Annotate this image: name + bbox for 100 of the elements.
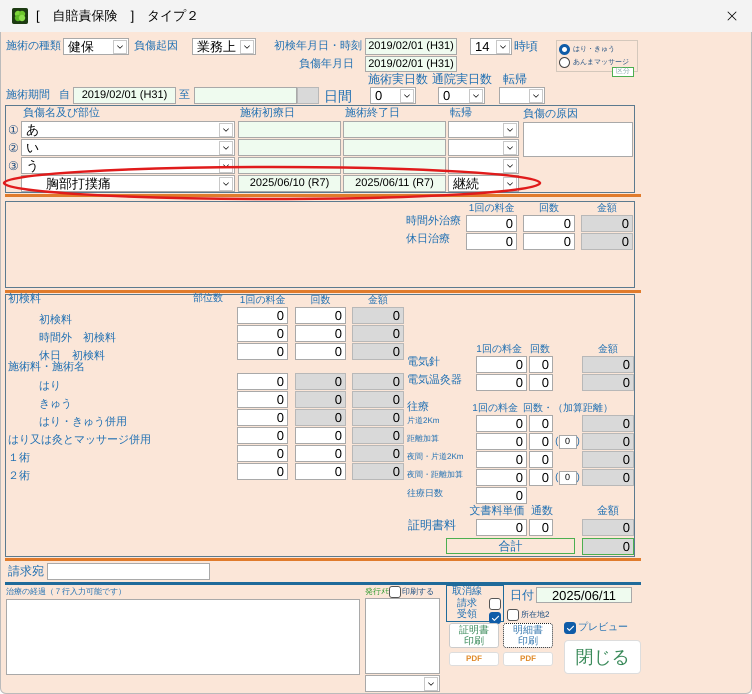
date-field[interactable]: 2025/06/11 (R7) bbox=[343, 175, 446, 192]
chevron-down-icon bbox=[469, 88, 483, 102]
number-field[interactable]: 0 bbox=[237, 391, 288, 408]
checkbox[interactable] bbox=[389, 586, 401, 598]
date-field[interactable] bbox=[194, 87, 297, 104]
chevron-down-icon bbox=[503, 176, 517, 190]
number-field[interactable]: 0 bbox=[466, 233, 517, 250]
number-field[interactable]: 0 bbox=[237, 343, 288, 360]
field-label: 夜間・距離加算 bbox=[407, 469, 463, 480]
number-field[interactable]: 0 bbox=[476, 487, 527, 504]
date-field[interactable] bbox=[343, 121, 446, 138]
date-field[interactable]: 2019/02/01 (H31) bbox=[73, 87, 176, 104]
date-field[interactable]: 2019/02/01 (H31) bbox=[365, 38, 457, 55]
date-field[interactable] bbox=[238, 139, 341, 156]
number-field[interactable]: 0 bbox=[523, 233, 575, 250]
dropdown[interactable]: 業務上 bbox=[192, 38, 256, 55]
number-field[interactable]: 0 bbox=[558, 434, 576, 448]
group-label: 取消線 bbox=[452, 586, 482, 598]
column-header: 回数 bbox=[529, 344, 551, 355]
checkbox[interactable] bbox=[489, 598, 501, 610]
date-field[interactable]: 2025/06/10 (R7) bbox=[238, 175, 341, 192]
number-field[interactable]: 0 bbox=[295, 307, 346, 324]
dropdown[interactable]: あ bbox=[21, 121, 235, 138]
number-field[interactable]: 0 bbox=[476, 469, 527, 486]
number-field[interactable]: 0 bbox=[237, 445, 288, 462]
dropdown[interactable] bbox=[365, 675, 440, 692]
number-field[interactable]: 0 bbox=[237, 325, 288, 342]
number-field[interactable]: 0 bbox=[237, 427, 288, 444]
number-field[interactable]: 0 bbox=[237, 307, 288, 324]
number-field[interactable]: 0 bbox=[237, 463, 288, 480]
number-field[interactable]: 0 bbox=[295, 325, 346, 342]
dropdown[interactable]: 14 bbox=[470, 38, 512, 55]
number-field[interactable]: 0 bbox=[476, 433, 527, 450]
number-field[interactable]: 0 bbox=[476, 451, 527, 468]
number-field[interactable]: 0 bbox=[529, 433, 553, 450]
dropdown[interactable] bbox=[448, 139, 519, 156]
number-field[interactable]: 0 bbox=[295, 463, 346, 480]
print-button[interactable]: 明細書 印刷 bbox=[503, 623, 553, 648]
dropdown[interactable] bbox=[448, 157, 519, 174]
number-field[interactable]: 0 bbox=[529, 415, 553, 432]
field-label: きゅう bbox=[39, 398, 72, 410]
dropdown[interactable]: 0 bbox=[370, 87, 416, 104]
amount-field: 0 bbox=[352, 427, 404, 444]
number-field[interactable]: 0 bbox=[529, 374, 553, 391]
number-field[interactable]: 0 bbox=[529, 451, 553, 468]
amount-field: 0 bbox=[582, 356, 634, 373]
column-header: 金額 bbox=[596, 203, 618, 214]
radio-button[interactable] bbox=[559, 57, 570, 68]
date-field[interactable]: 2019/02/01 (H31) bbox=[365, 56, 457, 72]
number-field[interactable]: 0 bbox=[237, 373, 288, 390]
number-field[interactable]: 0 bbox=[295, 445, 346, 462]
date-field[interactable] bbox=[343, 139, 446, 156]
dropdown[interactable]: い bbox=[21, 139, 235, 156]
field-label: 施術の種類 bbox=[6, 40, 62, 53]
number-field[interactable]: 0 bbox=[558, 470, 576, 484]
checkbox[interactable] bbox=[507, 609, 519, 621]
number-field[interactable]: 0 bbox=[476, 415, 527, 432]
number-field[interactable]: 0 bbox=[295, 343, 346, 360]
number-field[interactable]: 0 bbox=[476, 374, 527, 391]
date-field[interactable] bbox=[238, 121, 341, 138]
field-label: 時頃 bbox=[514, 40, 538, 53]
field-label: 請求宛 bbox=[8, 565, 45, 578]
date-field[interactable]: 2025/06/11 bbox=[536, 587, 632, 603]
field-label: 時間外 初検料 bbox=[39, 332, 116, 344]
number-field[interactable]: 0 bbox=[529, 469, 553, 486]
total-label: 合計 bbox=[446, 538, 575, 554]
dropdown[interactable]: 0 bbox=[438, 87, 485, 104]
number-field[interactable]: 0 bbox=[237, 409, 288, 426]
field-label: 電気針 bbox=[407, 356, 441, 370]
dropdown[interactable] bbox=[448, 121, 519, 138]
text-field[interactable] bbox=[47, 563, 210, 580]
field-label: 電気温灸器 bbox=[407, 374, 463, 388]
number-field[interactable]: 0 bbox=[466, 215, 517, 232]
field-label: 施術料・施術名 bbox=[8, 361, 86, 372]
checkbox[interactable] bbox=[489, 612, 501, 624]
amount-field: 0 bbox=[582, 519, 634, 536]
text-area[interactable] bbox=[6, 599, 360, 675]
dropdown[interactable]: 健保 bbox=[63, 38, 129, 55]
print-button[interactable]: 証明書 印刷 bbox=[449, 623, 499, 648]
chevron-down-icon bbox=[503, 158, 517, 172]
amount-field: 0 bbox=[582, 374, 634, 391]
field-label: 日間 bbox=[324, 88, 353, 104]
number-field[interactable]: 0 bbox=[476, 356, 527, 373]
number-field[interactable]: 0 bbox=[529, 519, 553, 536]
number-field[interactable]: 0 bbox=[476, 519, 527, 536]
column-header: 金額 bbox=[367, 295, 389, 306]
dropdown[interactable] bbox=[499, 87, 545, 104]
field-label: 休日治療 bbox=[406, 233, 451, 246]
paren: ( bbox=[555, 436, 558, 446]
text-area[interactable] bbox=[523, 122, 633, 157]
close-form-button[interactable]: 閉じる bbox=[564, 640, 641, 674]
radio-button[interactable] bbox=[559, 44, 570, 55]
chevron-down-icon bbox=[529, 88, 543, 102]
number-field[interactable]: 0 bbox=[529, 356, 553, 373]
number-field[interactable]: 0 bbox=[523, 215, 575, 232]
dropdown[interactable]: 継続 bbox=[448, 175, 519, 192]
dropdown[interactable]: 胸部打撲痛 bbox=[21, 175, 235, 192]
checkbox[interactable] bbox=[564, 622, 576, 634]
number-field[interactable]: 0 bbox=[295, 427, 346, 444]
amount-field: 0 bbox=[352, 409, 404, 426]
